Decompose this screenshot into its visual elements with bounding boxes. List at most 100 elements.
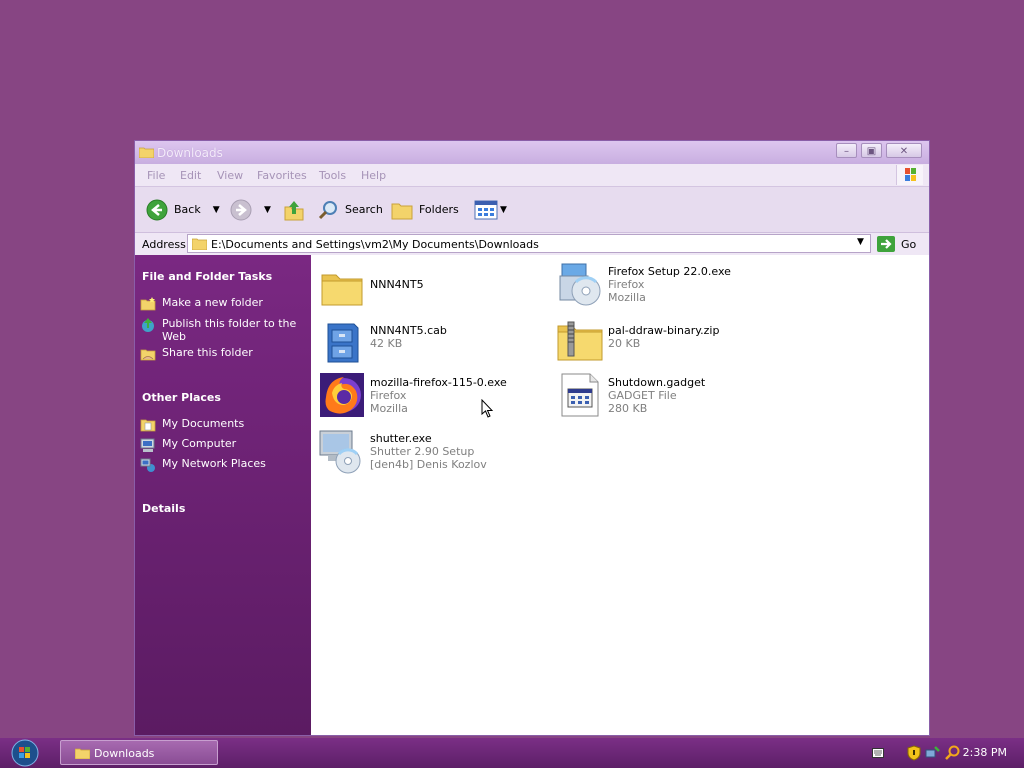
file-type: GADGET File (608, 389, 677, 402)
windows-flag-icon (905, 168, 916, 181)
go-arrow-icon (877, 236, 895, 252)
place-my-computer[interactable]: My Computer (140, 437, 236, 453)
address-bar: Address E:\Documents and Settings\vm2\My… (135, 233, 929, 255)
forward-arrow-icon (230, 199, 252, 220)
maximize-button[interactable]: ▣ (861, 143, 882, 158)
file-item[interactable]: Shutdown.gadget GADGET File 280 KB (556, 371, 705, 419)
file-size: 280 KB (608, 402, 648, 415)
address-dropdown-button[interactable]: ▼ (853, 235, 870, 252)
window-title: Downloads (157, 146, 223, 160)
place-my-network-places[interactable]: My Network Places (140, 457, 266, 473)
minimize-button[interactable]: – (836, 143, 857, 158)
file-name: shutter.exe (370, 432, 432, 445)
installer-cd-icon (559, 263, 601, 306)
close-button[interactable]: ✕ (886, 143, 922, 158)
folders-icon (391, 203, 413, 219)
forward-button[interactable]: ▼ (230, 187, 271, 232)
menu-help[interactable]: Help (361, 169, 386, 182)
place-my-documents[interactable]: My Documents (140, 417, 244, 433)
back-dropdown-icon[interactable]: ▼ (213, 205, 220, 215)
forward-dropdown-icon[interactable]: ▼ (264, 205, 271, 215)
task-label: Publish this folder to the Web (162, 317, 297, 343)
explorer-window: Downloads – ▣ ✕ File Edit View Favorites… (134, 140, 930, 736)
file-size: 20 KB (608, 337, 641, 350)
gadget-file-icon (561, 373, 599, 417)
address-input[interactable]: E:\Documents and Settings\vm2\My Documen… (187, 234, 871, 253)
folders-button[interactable]: Folders (391, 187, 459, 232)
go-button[interactable]: Go (876, 234, 916, 254)
cabinet-icon (327, 323, 359, 363)
folder-icon (321, 274, 363, 306)
views-icon (474, 200, 498, 219)
file-item[interactable]: Firefox Setup 22.0.exe Firefox Mozilla (556, 260, 731, 308)
task-label: Share this folder (162, 346, 253, 359)
file-item[interactable]: mozilla-firefox-115-0.exe Firefox Mozill… (318, 371, 507, 419)
toolbar: Back ▼ ▼ Search Folders ▼ (135, 187, 929, 233)
file-name: Shutdown.gadget (608, 376, 706, 389)
file-item[interactable]: shutter.exe Shutter 2.90 Setup [den4b] D… (318, 427, 487, 475)
search-label: Search (345, 203, 383, 216)
file-item[interactable]: pal-ddraw-binary.zip 20 KB (556, 318, 719, 366)
file-item[interactable]: NNN4NT5 (318, 265, 424, 313)
menu-file[interactable]: File (147, 169, 165, 182)
file-description: Shutter 2.90 Setup (370, 445, 475, 458)
address-path: E:\Documents and Settings\vm2\My Documen… (211, 238, 539, 251)
back-label: Back (174, 203, 201, 216)
clock[interactable]: 2:38 PM (963, 746, 1007, 759)
views-button[interactable]: ▼ (474, 187, 507, 232)
task-publish-web[interactable]: Publish this folder to the Web (140, 317, 297, 343)
back-arrow-icon (146, 199, 168, 220)
task-label: Make a new folder (162, 296, 263, 309)
task-pane: File and Folder Tasks Make a new folder … (135, 255, 311, 735)
file-size: 42 KB (370, 337, 403, 350)
firefox-icon (320, 373, 364, 417)
share-folder-icon (140, 349, 156, 361)
details-heading[interactable]: Details (142, 502, 185, 515)
title-bar[interactable]: Downloads – ▣ ✕ (135, 141, 929, 164)
file-name: Firefox Setup 22.0.exe (608, 265, 731, 278)
menu-edit[interactable]: Edit (180, 169, 201, 182)
menu-view[interactable]: View (217, 169, 243, 182)
network-places-icon (140, 458, 155, 472)
file-item[interactable]: NNN4NT5.cab 42 KB (318, 318, 447, 366)
file-name: pal-ddraw-binary.zip (608, 324, 720, 337)
network-icon[interactable] (925, 745, 941, 761)
folders-label: Folders (419, 203, 459, 216)
task-make-new-folder[interactable]: Make a new folder (140, 296, 263, 312)
back-button[interactable]: Back ▼ (146, 187, 220, 232)
folder-icon (192, 238, 207, 250)
taskbar-downloads-button[interactable]: Downloads (60, 740, 218, 765)
taskbar-button-label: Downloads (94, 747, 155, 760)
keyboard-icon[interactable] (872, 748, 884, 758)
menu-bar: File Edit View Favorites Tools Help (135, 164, 929, 187)
file-description: Firefox (608, 278, 645, 291)
start-button[interactable] (10, 739, 40, 767)
search-icon (318, 200, 337, 219)
go-label: Go (901, 237, 917, 251)
search-button[interactable]: Search (317, 187, 383, 232)
place-label: My Computer (162, 437, 237, 450)
menu-favorites[interactable]: Favorites (257, 169, 307, 182)
file-folder-tasks-heading[interactable]: File and Folder Tasks (142, 270, 272, 283)
folder-icon (139, 147, 154, 158)
file-company: Mozilla (608, 291, 646, 304)
task-share-folder[interactable]: Share this folder (140, 346, 253, 362)
file-view: NNN4NT5 Firefox Setup 22.0.exe Firefox M… (311, 255, 929, 735)
other-places-heading[interactable]: Other Places (142, 391, 221, 404)
menu-tools[interactable]: Tools (319, 169, 346, 182)
windows-logo (896, 165, 923, 185)
setup-cd-icon (319, 430, 361, 474)
address-label: Address (142, 238, 186, 251)
search-tray-icon[interactable] (945, 745, 961, 761)
up-folder-button[interactable] (284, 187, 304, 232)
system-tray: 2:38 PM (864, 738, 1024, 768)
file-company: [den4b] Denis Kozlov (370, 458, 487, 471)
file-name: mozilla-firefox-115-0.exe (370, 376, 507, 389)
my-documents-icon (140, 419, 156, 432)
place-label: My Network Places (162, 457, 266, 470)
security-shield-icon[interactable] (907, 745, 921, 761)
folder-icon (75, 748, 90, 759)
chevron-down-icon: ▼ (857, 237, 864, 247)
file-name: NNN4NT5 (370, 278, 424, 291)
taskbar: Downloads 2:38 PM (0, 738, 1024, 768)
